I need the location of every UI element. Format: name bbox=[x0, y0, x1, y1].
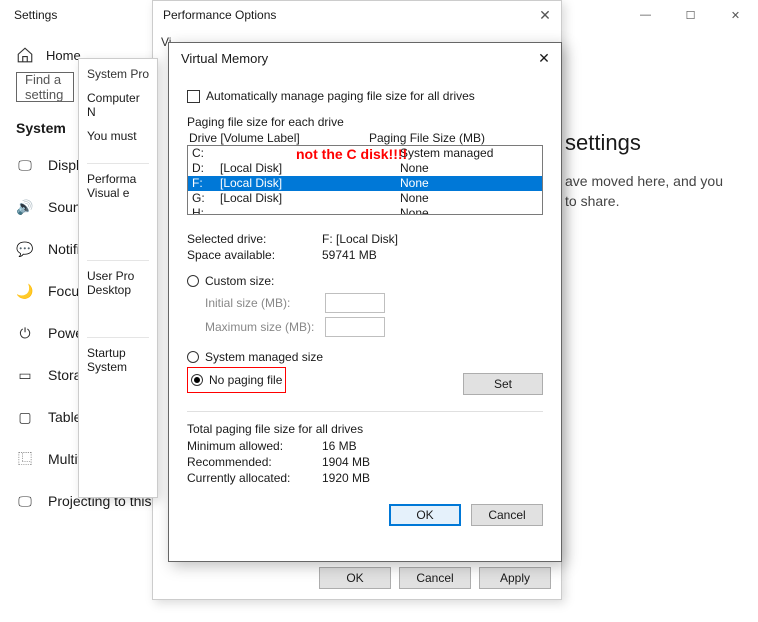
perf-ok-button[interactable]: OK bbox=[319, 567, 391, 589]
currently-allocated-value: 1920 MB bbox=[322, 471, 370, 485]
home-icon bbox=[16, 46, 34, 64]
auto-manage-label: Automatically manage paging file size fo… bbox=[206, 89, 475, 103]
initial-size-input[interactable] bbox=[325, 293, 385, 313]
total-heading: Total paging file size for all drives bbox=[187, 422, 543, 436]
vm-title: Virtual Memory bbox=[181, 51, 268, 66]
auto-manage-checkbox[interactable] bbox=[187, 90, 200, 103]
sound-icon: 🔊 bbox=[16, 198, 34, 216]
power-icon: ⏻ bbox=[16, 324, 34, 342]
recommended-label: Recommended: bbox=[187, 455, 322, 469]
search-placeholder: Find a setting bbox=[25, 72, 65, 102]
storage-icon: ▭ bbox=[16, 366, 34, 384]
minimize-button[interactable]: — bbox=[623, 0, 668, 30]
perf-apply-button[interactable]: Apply bbox=[479, 567, 551, 589]
currently-allocated-label: Currently allocated: bbox=[187, 471, 322, 485]
perf-close-button[interactable]: ✕ bbox=[529, 7, 561, 24]
set-button[interactable]: Set bbox=[463, 373, 543, 395]
selected-drive-value: F: [Local Disk] bbox=[322, 232, 398, 246]
custom-size-label: Custom size: bbox=[205, 274, 274, 288]
display-icon: 🖵 bbox=[16, 156, 34, 174]
system-properties-window: System Pro Computer N You must PerformaV… bbox=[78, 58, 158, 498]
home-label: Home bbox=[46, 48, 81, 63]
drive-row[interactable]: D:[Local Disk]None bbox=[188, 161, 542, 176]
system-managed-radio[interactable] bbox=[187, 351, 199, 363]
perf-title: Performance Options bbox=[163, 8, 276, 22]
tablet-icon: ▢ bbox=[16, 408, 34, 426]
sysprop-title: System Pro bbox=[87, 67, 149, 81]
drive-row[interactable]: H:None bbox=[188, 206, 542, 215]
virtual-memory-dialog: Virtual Memory ✕ Automatically manage pa… bbox=[168, 42, 562, 562]
right-pane-text: settings ave moved here, and youto share… bbox=[565, 130, 745, 211]
settings-title: Settings bbox=[0, 8, 57, 22]
perf-titlebar: Performance Options ✕ bbox=[153, 1, 561, 29]
min-allowed-value: 16 MB bbox=[322, 439, 357, 453]
drive-row-selected[interactable]: F:[Local Disk]None bbox=[188, 176, 542, 191]
close-button[interactable]: ✕ bbox=[713, 0, 758, 30]
vm-ok-button[interactable]: OK bbox=[389, 504, 461, 526]
annotation-text: not the C disk!!!! bbox=[296, 146, 407, 162]
vm-close-button[interactable]: ✕ bbox=[531, 47, 557, 69]
min-allowed-label: Minimum allowed: bbox=[187, 439, 322, 453]
sysprop-tab[interactable]: Computer N bbox=[87, 91, 149, 119]
projecting-icon: 🖵 bbox=[16, 492, 34, 510]
vm-cancel-button[interactable]: Cancel bbox=[471, 504, 543, 526]
no-paging-label: No paging file bbox=[209, 373, 282, 387]
vm-titlebar: Virtual Memory ✕ bbox=[169, 43, 561, 73]
drive-row[interactable]: G:[Local Disk]None bbox=[188, 191, 542, 206]
drive-list[interactable]: C:System managed D:[Local Disk]None F:[L… bbox=[187, 145, 543, 215]
maximum-size-input[interactable] bbox=[325, 317, 385, 337]
no-paging-radio[interactable] bbox=[191, 374, 203, 386]
col-drive: Drive [Volume Label] bbox=[189, 131, 369, 145]
multitasking-icon: ⿺ bbox=[16, 450, 34, 468]
col-pfs: Paging File Size (MB) bbox=[369, 131, 485, 145]
space-available-value: 59741 MB bbox=[322, 248, 377, 262]
custom-size-radio[interactable] bbox=[187, 275, 199, 287]
right-heading: settings bbox=[565, 130, 745, 156]
space-available-label: Space available: bbox=[187, 248, 322, 262]
perf-cancel-button[interactable]: Cancel bbox=[399, 567, 471, 589]
initial-size-label: Initial size (MB): bbox=[205, 296, 325, 310]
selected-drive-label: Selected drive: bbox=[187, 232, 322, 246]
system-managed-label: System managed size bbox=[205, 350, 323, 364]
maximum-size-label: Maximum size (MB): bbox=[205, 320, 325, 334]
highlight-box: No paging file bbox=[187, 367, 286, 393]
focus-icon: 🌙 bbox=[16, 282, 34, 300]
recommended-value: 1904 MB bbox=[322, 455, 370, 469]
maximize-button[interactable]: ☐ bbox=[668, 0, 713, 30]
notifications-icon: 💬 bbox=[16, 240, 34, 258]
search-input[interactable]: Find a setting bbox=[16, 72, 74, 102]
pfs-each-label: Paging file size for each drive bbox=[187, 115, 543, 129]
